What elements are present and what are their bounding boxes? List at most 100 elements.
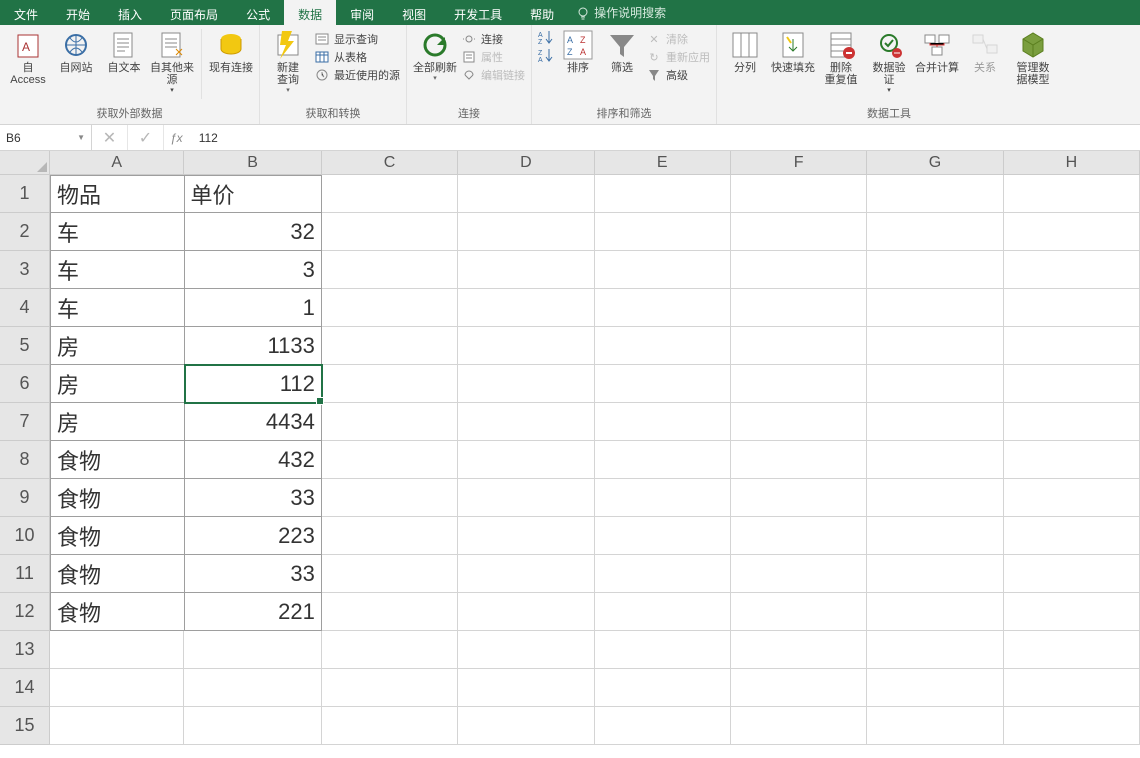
cell-E14[interactable] bbox=[595, 669, 731, 707]
cell-E8[interactable] bbox=[595, 441, 731, 479]
chevron-down-icon[interactable]: ▼ bbox=[77, 133, 85, 142]
cell-C14[interactable] bbox=[322, 669, 458, 707]
cell-C3[interactable] bbox=[322, 251, 458, 289]
cell-B15[interactable] bbox=[184, 707, 321, 745]
col-header-A[interactable]: A bbox=[50, 151, 184, 174]
menu-tab-0[interactable]: 文件 bbox=[0, 0, 52, 25]
name-box[interactable]: B6 ▼ bbox=[0, 125, 92, 150]
cell-C15[interactable] bbox=[322, 707, 458, 745]
sort-asc-button[interactable]: AZ bbox=[538, 29, 554, 45]
ext-data-btn-4[interactable]: 现有连接 bbox=[209, 29, 253, 74]
col-header-G[interactable]: G bbox=[867, 151, 1003, 174]
row-header-7[interactable]: 7 bbox=[0, 403, 49, 441]
cell-B6[interactable]: 112 bbox=[185, 365, 322, 403]
tools-btn-2[interactable]: 删除 重复值 bbox=[819, 29, 863, 86]
cell-G7[interactable] bbox=[867, 403, 1003, 441]
row-header-8[interactable]: 8 bbox=[0, 441, 49, 479]
cell-G5[interactable] bbox=[867, 327, 1003, 365]
row-header-1[interactable]: 1 bbox=[0, 175, 49, 213]
cell-C6[interactable] bbox=[322, 365, 458, 403]
cell-E1[interactable] bbox=[595, 175, 731, 213]
cell-H5[interactable] bbox=[1004, 327, 1140, 365]
conn-item-1[interactable]: 属性 bbox=[461, 49, 525, 65]
cell-E9[interactable] bbox=[595, 479, 731, 517]
cell-D4[interactable] bbox=[458, 289, 594, 327]
cell-B10[interactable]: 223 bbox=[185, 517, 322, 555]
tools-btn-1[interactable]: 快速填充 bbox=[771, 29, 815, 74]
cell-C11[interactable] bbox=[322, 555, 458, 593]
cell-A8[interactable]: 食物 bbox=[50, 441, 185, 479]
row-header-3[interactable]: 3 bbox=[0, 251, 49, 289]
cell-H10[interactable] bbox=[1004, 517, 1140, 555]
cell-G14[interactable] bbox=[867, 669, 1003, 707]
cell-B1[interactable]: 单价 bbox=[185, 175, 322, 213]
cell-F2[interactable] bbox=[731, 213, 867, 251]
cell-H1[interactable] bbox=[1004, 175, 1140, 213]
cell-A6[interactable]: 房 bbox=[50, 365, 185, 403]
cell-B13[interactable] bbox=[184, 631, 321, 669]
cell-A13[interactable] bbox=[50, 631, 184, 669]
cell-B9[interactable]: 33 bbox=[185, 479, 322, 517]
cell-A15[interactable] bbox=[50, 707, 184, 745]
filter-button[interactable]: 筛选 bbox=[602, 29, 642, 74]
cell-E6[interactable] bbox=[595, 365, 731, 403]
row-header-4[interactable]: 4 bbox=[0, 289, 49, 327]
col-header-E[interactable]: E bbox=[595, 151, 731, 174]
cell-B14[interactable] bbox=[184, 669, 321, 707]
tools-btn-5[interactable]: 关系 bbox=[963, 29, 1007, 74]
cell-A14[interactable] bbox=[50, 669, 184, 707]
menu-tab-4[interactable]: 公式 bbox=[232, 0, 284, 25]
gt-item-2[interactable]: 最近使用的源 bbox=[314, 67, 400, 83]
row-header-2[interactable]: 2 bbox=[0, 213, 49, 251]
cell-A7[interactable]: 房 bbox=[50, 403, 185, 441]
cell-A4[interactable]: 车 bbox=[50, 289, 185, 327]
cell-B5[interactable]: 1133 bbox=[185, 327, 322, 365]
cell-F6[interactable] bbox=[731, 365, 867, 403]
cell-E13[interactable] bbox=[595, 631, 731, 669]
tools-btn-3[interactable]: 数据验 证▾ bbox=[867, 29, 911, 95]
ext-data-btn-3[interactable]: 自其他来源▾ bbox=[150, 29, 194, 95]
col-header-B[interactable]: B bbox=[184, 151, 321, 174]
cell-B11[interactable]: 33 bbox=[185, 555, 322, 593]
cell-E4[interactable] bbox=[595, 289, 731, 327]
cell-D2[interactable] bbox=[458, 213, 594, 251]
cell-C12[interactable] bbox=[322, 593, 458, 631]
select-all-corner[interactable] bbox=[0, 151, 50, 175]
cell-D6[interactable] bbox=[458, 365, 594, 403]
cells-area[interactable]: 物品单价车32车3车1房1133房112房4434食物432食物33食物223食… bbox=[50, 175, 1140, 758]
cell-D14[interactable] bbox=[458, 669, 594, 707]
cell-H14[interactable] bbox=[1004, 669, 1140, 707]
cell-D12[interactable] bbox=[458, 593, 594, 631]
cell-A2[interactable]: 车 bbox=[50, 213, 185, 251]
cell-C1[interactable] bbox=[322, 175, 458, 213]
cell-G10[interactable] bbox=[867, 517, 1003, 555]
cell-D10[interactable] bbox=[458, 517, 594, 555]
cell-H13[interactable] bbox=[1004, 631, 1140, 669]
cell-C4[interactable] bbox=[322, 289, 458, 327]
cell-D9[interactable] bbox=[458, 479, 594, 517]
row-header-13[interactable]: 13 bbox=[0, 631, 49, 669]
cell-C7[interactable] bbox=[322, 403, 458, 441]
cell-H11[interactable] bbox=[1004, 555, 1140, 593]
cell-H6[interactable] bbox=[1004, 365, 1140, 403]
cell-H8[interactable] bbox=[1004, 441, 1140, 479]
ext-data-btn-1[interactable]: 自网站 bbox=[54, 29, 98, 74]
cell-F12[interactable] bbox=[731, 593, 867, 631]
cell-B2[interactable]: 32 bbox=[185, 213, 322, 251]
row-header-11[interactable]: 11 bbox=[0, 555, 49, 593]
cell-C10[interactable] bbox=[322, 517, 458, 555]
cell-C5[interactable] bbox=[322, 327, 458, 365]
cell-F5[interactable] bbox=[731, 327, 867, 365]
conn-item-0[interactable]: 连接 bbox=[461, 31, 525, 47]
cell-B4[interactable]: 1 bbox=[185, 289, 322, 327]
cell-D15[interactable] bbox=[458, 707, 594, 745]
ext-data-btn-2[interactable]: 自文本 bbox=[102, 29, 146, 74]
tell-me[interactable]: 操作说明搜索 bbox=[568, 0, 674, 25]
cell-G12[interactable] bbox=[867, 593, 1003, 631]
cell-D1[interactable] bbox=[458, 175, 594, 213]
cell-C13[interactable] bbox=[322, 631, 458, 669]
cell-E5[interactable] bbox=[595, 327, 731, 365]
cell-G8[interactable] bbox=[867, 441, 1003, 479]
tools-btn-4[interactable]: 合并计算 bbox=[915, 29, 959, 74]
cancel-icon[interactable]: ✕ bbox=[92, 125, 128, 150]
